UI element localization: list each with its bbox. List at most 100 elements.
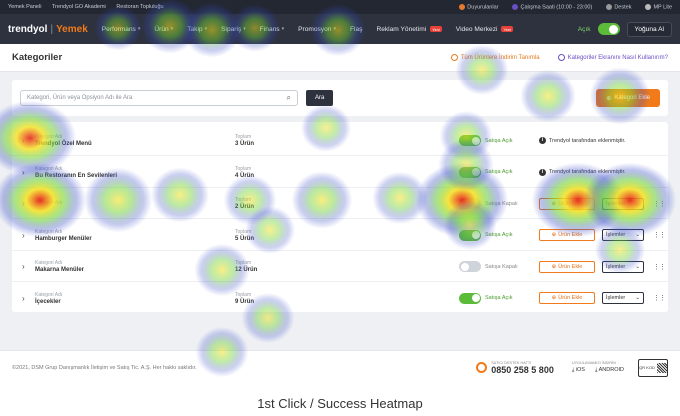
category-name: Trendyol Özel Menü	[35, 141, 92, 147]
total-label: Toplam	[235, 134, 252, 140]
page-title: Kategoriler	[12, 52, 63, 63]
chevron-right-icon[interactable]: ›	[22, 294, 25, 303]
trendyol-note: i Trendyol tarafından eklenmiştir.	[539, 168, 626, 176]
category-row[interactable]: › Kategori Adı Toplam 2 Ürün Satışa Kapalı ⊕ Ü…	[12, 189, 668, 219]
sales-status: Satışa Kapalı	[485, 263, 518, 270]
plus-icon: ⊕	[551, 263, 557, 270]
support-link[interactable]: Destek	[606, 3, 631, 10]
announcements-link[interactable]: Duyurulanlar	[459, 3, 498, 10]
category-name: Makarna Menüler	[35, 267, 85, 273]
plus-icon: ⊕	[606, 95, 612, 102]
chevron-right-icon[interactable]: ›	[22, 199, 25, 208]
total-label: Toplam	[235, 228, 252, 235]
working-hours-link[interactable]: Çalışma Saati (10:00 - 23:00)	[512, 3, 592, 10]
category-row[interactable]: › Kategori Adı İçecekler Toplam 9 Ürün Satışa…	[12, 284, 668, 314]
chevron-down-icon: ▾	[333, 26, 336, 32]
info-icon: i	[539, 168, 546, 176]
ios-download-link[interactable]: ⤓ iOS	[572, 367, 585, 374]
add-product-button[interactable]: ⊕ Ürün Ekle	[539, 260, 595, 273]
chevron-right-icon[interactable]: ›	[22, 231, 25, 240]
nav-item[interactable]: Performans ▾	[102, 26, 141, 33]
qr-code[interactable]: QR KOD	[638, 358, 668, 377]
plus-icon: ⊕	[551, 295, 557, 301]
chevron-right-icon[interactable]: ›	[22, 262, 25, 271]
sales-toggle[interactable]	[459, 292, 481, 304]
sales-toggle[interactable]	[459, 261, 481, 272]
plus-icon: ⊕	[551, 232, 557, 238]
chevron-right-icon[interactable]: ›	[22, 136, 25, 145]
category-row[interactable]: › Kategori Adı Trendyol Özel Menü Toplam 3 Ü…	[12, 126, 668, 156]
sales-status: Satışa Açık	[485, 137, 513, 144]
android-download-link[interactable]: ⤓ ANDROID	[595, 367, 624, 374]
discount-icon	[450, 54, 458, 61]
chevron-down-icon: ⌄	[635, 200, 640, 207]
search-button[interactable]: Ara	[306, 90, 334, 106]
chevron-down-icon: ▾	[243, 26, 246, 32]
total-label: Toplam	[235, 260, 252, 266]
operations-dropdown[interactable]: İşlemler ⌄	[602, 260, 644, 273]
howto-link[interactable]: Kategoriler Ekranını Nasıl Kullanırım?	[557, 54, 668, 61]
sales-toggle[interactable]	[459, 229, 481, 241]
user-menu[interactable]: MP Lite	[645, 3, 672, 10]
operations-dropdown[interactable]: İşlemler ⌄	[602, 229, 644, 241]
category-name-label: Kategori Adı	[35, 260, 63, 266]
discount-all-link[interactable]: Tüm Ürünlere İndirim Tanımla	[450, 54, 540, 61]
search-input[interactable]: Kategori, Ürün veya Opsiyon Adı ile Ara …	[20, 90, 298, 106]
add-category-button[interactable]: ⊕ Kategori Ekle	[596, 89, 660, 107]
category-list: › Kategori Adı Trendyol Özel Menü Toplam 3 Ü…	[12, 122, 668, 314]
nav-item[interactable]: Promosyon ▾	[298, 26, 336, 33]
busy-button[interactable]: Yoğuna Al	[626, 21, 672, 37]
nav-item[interactable]: Video Merkezi Yeni	[456, 26, 514, 33]
drag-handle-icon[interactable]: ⋮⋮	[653, 263, 666, 271]
nav-item[interactable]: Finans ▾	[260, 26, 284, 33]
nav-item[interactable]: Sipariş ▾	[221, 26, 246, 33]
main-nav: trendyol | Yemek Performans ▾ Ürün ▾ Takip ▾ Sip…	[0, 14, 680, 44]
topbar-link-topluluk[interactable]: Restoran Topluluğu	[116, 4, 163, 10]
support-line[interactable]: SATICI DESTEK HATTI 0850 258 5 800	[476, 361, 554, 375]
chevron-down-icon: ▾	[137, 26, 141, 32]
drag-handle-icon[interactable]: ⋮⋮	[653, 294, 666, 302]
operations-dropdown[interactable]: İşlemler ⌄	[602, 292, 644, 304]
add-product-button[interactable]: ⊕ Ürün Ekle	[539, 229, 595, 241]
nav-item[interactable]: Ürün ▾	[154, 26, 173, 33]
drag-handle-icon[interactable]: ⋮⋮	[653, 231, 666, 239]
open-status-toggle[interactable]	[597, 23, 620, 35]
category-name: İçecekler	[35, 298, 61, 305]
nav-item[interactable]: Reklam Yönetimi Yeni	[376, 26, 442, 33]
drag-handle-icon[interactable]: ⋮⋮	[653, 200, 666, 208]
copyright: ©2021, DSM Grup Danışmanlık İletişim ve …	[12, 364, 197, 371]
info-icon: i	[539, 137, 546, 144]
category-name-label: Kategori Adı	[35, 165, 63, 172]
add-product-button[interactable]: ⊕ Ürün Ekle	[539, 292, 595, 304]
product-count: 2 Ürün	[235, 204, 255, 210]
heatmap-caption: 1st Click / Success Heatmap	[257, 396, 423, 411]
add-product-button[interactable]: ⊕ Ürün Ekle	[539, 197, 595, 210]
nav-item[interactable]: Flaş	[350, 26, 362, 33]
chevron-down-icon: ▾	[170, 26, 174, 32]
user-icon	[645, 3, 652, 10]
total-label: Toplam	[235, 291, 252, 298]
total-label: Toplam	[235, 165, 252, 172]
operations-dropdown[interactable]: İşlemler ⌄	[602, 197, 644, 210]
plus-icon: ⊕	[551, 200, 557, 207]
category-row[interactable]: › Kategori Adı Bu Restoranın En Sevilenler…	[12, 158, 668, 188]
category-name-label: Kategori Adı	[35, 291, 63, 298]
category-row[interactable]: › Kategori Adı Makarna Menüler Toplam 12 Ürü…	[12, 252, 668, 282]
sales-status: Satışa Açık	[485, 232, 513, 238]
product-count: 4 Ürün	[235, 172, 255, 179]
sales-toggle[interactable]	[459, 166, 481, 178]
sales-toggle[interactable]	[459, 198, 481, 209]
logo[interactable]: trendyol | Yemek	[8, 24, 88, 35]
product-count: 3 Ürün	[235, 141, 255, 147]
product-count: 9 Ürün	[235, 298, 255, 305]
category-row[interactable]: › Kategori Adı Hamburger Menüler Toplam 5 Ür…	[12, 221, 668, 251]
topbar-link-yemek-paneli[interactable]: Yemek Paneli	[8, 4, 41, 10]
headset-icon	[476, 362, 488, 373]
page-header: Kategoriler Tüm Ürünlere İndirim Tanımla…	[0, 44, 680, 72]
chevron-right-icon[interactable]: ›	[22, 168, 25, 177]
topbar-link-akademi[interactable]: Trendyol GO Akademi	[52, 4, 106, 10]
help-icon	[557, 54, 565, 61]
sales-toggle[interactable]	[459, 135, 481, 146]
category-name: Bu Restoranın En Sevilenleri	[35, 172, 118, 179]
nav-item[interactable]: Takip ▾	[187, 26, 207, 33]
